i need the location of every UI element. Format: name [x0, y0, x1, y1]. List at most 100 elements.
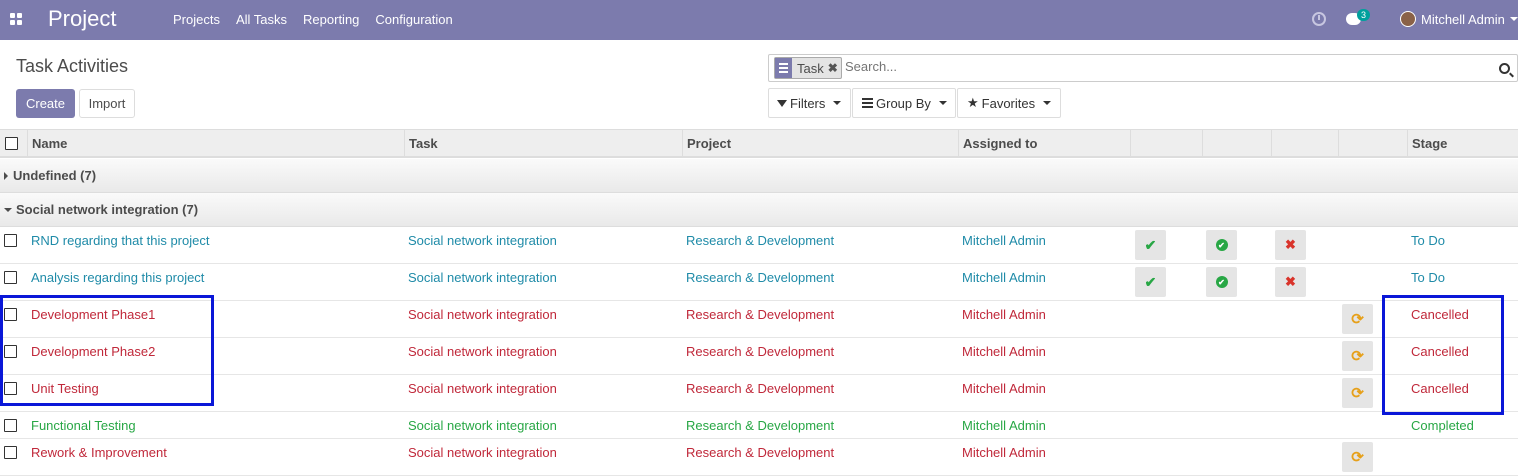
messages-count-badge: 3	[1357, 9, 1371, 21]
user-menu-name[interactable]: Mitchell Admin	[1421, 12, 1505, 27]
column-header-name[interactable]: Name	[27, 130, 404, 157]
cell-project[interactable]: Research & Development	[686, 418, 834, 433]
group-by-button[interactable]: Group By	[852, 88, 956, 118]
refresh-icon: ⟳	[1351, 449, 1364, 466]
user-menu-caret-icon[interactable]	[1510, 17, 1518, 21]
group-label: Social network integration (7)	[16, 202, 199, 217]
main-menu: Projects All Tasks Reporting Configurati…	[173, 12, 469, 27]
cell-project[interactable]: Research & Development	[686, 344, 834, 359]
column-header-assigned[interactable]: Assigned to	[958, 130, 1130, 157]
create-button[interactable]: Create	[16, 89, 75, 118]
row-checkbox[interactable]	[4, 446, 17, 459]
table-header: Name Task Project Assigned to Stage	[0, 129, 1518, 158]
cell-project[interactable]: Research & Development	[686, 307, 834, 322]
cell-assigned[interactable]: Mitchell Admin	[962, 344, 1046, 359]
cell-task[interactable]: Social network integration	[408, 307, 557, 322]
bars-icon	[862, 98, 873, 108]
group-row-undefined[interactable]: Undefined (7)	[0, 159, 1518, 193]
cell-task[interactable]: Social network integration	[408, 344, 557, 359]
cell-project[interactable]: Research & Development	[686, 445, 834, 460]
cell-task[interactable]: Social network integration	[408, 270, 557, 285]
facet-remove-icon[interactable]: ✖	[828, 61, 841, 75]
cell-project[interactable]: Research & Development	[686, 270, 834, 285]
user-avatar[interactable]	[1400, 11, 1416, 27]
cell-name[interactable]: Functional Testing	[31, 418, 136, 433]
cancel-button[interactable]: ✖	[1275, 267, 1306, 297]
cell-assigned[interactable]: Mitchell Admin	[962, 307, 1046, 322]
approve-button[interactable]: ✔	[1135, 230, 1166, 260]
reset-button[interactable]: ⟳	[1342, 442, 1373, 472]
cell-project[interactable]: Research & Development	[686, 233, 834, 248]
star-icon: ★	[967, 95, 979, 110]
cell-task[interactable]: Social network integration	[408, 233, 557, 248]
cell-name[interactable]: Analysis regarding this project	[31, 270, 204, 285]
column-header-action-3	[1271, 130, 1338, 157]
column-header-project[interactable]: Project	[682, 130, 958, 157]
table-row[interactable]: RND regarding that this project Social n…	[0, 227, 1518, 264]
groupby-list-icon	[775, 58, 792, 78]
apps-menu-icon[interactable]	[10, 13, 22, 25]
cell-name[interactable]: Rework & Improvement	[31, 445, 167, 460]
column-header-task[interactable]: Task	[404, 130, 682, 157]
app-brand[interactable]: Project	[48, 6, 116, 32]
cell-stage[interactable]: Completed	[1411, 418, 1474, 433]
group-label: Undefined (7)	[13, 168, 97, 183]
check-icon: ✔	[1144, 273, 1157, 290]
reset-button[interactable]: ⟳	[1342, 304, 1373, 334]
menu-all-tasks[interactable]: All Tasks	[236, 12, 287, 27]
cell-assigned[interactable]: Mitchell Admin	[962, 233, 1046, 248]
search-facet-task[interactable]: Task ✖	[774, 57, 842, 79]
done-button[interactable]: ✔	[1206, 230, 1237, 260]
column-header-action-4	[1338, 130, 1407, 157]
check-circle-icon: ✔	[1215, 276, 1228, 288]
table-row[interactable]: Analysis regarding this project Social n…	[0, 264, 1518, 301]
cell-task[interactable]: Social network integration	[408, 445, 557, 460]
column-header-stage[interactable]: Stage	[1407, 130, 1518, 157]
favorites-label: Favorites	[981, 95, 1036, 111]
cell-assigned[interactable]: Mitchell Admin	[962, 445, 1046, 460]
table-row[interactable]: Rework & Improvement Social network inte…	[0, 439, 1518, 476]
row-checkbox[interactable]	[4, 234, 17, 247]
filters-label: Filters	[790, 95, 826, 111]
cell-assigned[interactable]: Mitchell Admin	[962, 381, 1046, 396]
search-input[interactable]	[845, 59, 1465, 74]
cell-name[interactable]: RND regarding that this project	[31, 233, 209, 248]
cell-project[interactable]: Research & Development	[686, 381, 834, 396]
row-checkbox[interactable]	[4, 271, 17, 284]
refresh-icon: ⟳	[1351, 385, 1364, 402]
select-all-checkbox[interactable]	[5, 137, 18, 150]
caret-down-icon	[938, 101, 947, 105]
done-button[interactable]: ✔	[1206, 267, 1237, 297]
menu-projects[interactable]: Projects	[173, 12, 220, 27]
cell-assigned[interactable]: Mitchell Admin	[962, 270, 1046, 285]
approve-button[interactable]: ✔	[1135, 267, 1166, 297]
row-checkbox[interactable]	[4, 419, 17, 432]
check-icon: ✔	[1144, 236, 1157, 253]
table-row[interactable]: Development Phase2 Social network integr…	[0, 338, 1518, 375]
reset-button[interactable]: ⟳	[1342, 341, 1373, 371]
column-header-action-1	[1130, 130, 1202, 157]
group-row-social-network[interactable]: Social network integration (7)	[0, 193, 1518, 227]
favorites-button[interactable]: ★ Favorites	[957, 88, 1061, 118]
reset-button[interactable]: ⟳	[1342, 378, 1373, 408]
table-row[interactable]: Development Phase1 Social network integr…	[0, 301, 1518, 338]
cell-stage[interactable]: To Do	[1411, 233, 1445, 248]
activity-clock-icon[interactable]	[1312, 12, 1326, 26]
table-row[interactable]: Unit Testing Social network integration …	[0, 375, 1518, 412]
cell-task[interactable]: Social network integration	[408, 381, 557, 396]
close-icon: ✖	[1285, 274, 1296, 289]
cancel-button[interactable]: ✖	[1275, 230, 1306, 260]
refresh-icon: ⟳	[1351, 311, 1364, 328]
cell-assigned[interactable]: Mitchell Admin	[962, 418, 1046, 433]
cell-task[interactable]: Social network integration	[408, 418, 557, 433]
menu-configuration[interactable]: Configuration	[375, 12, 452, 27]
menu-reporting[interactable]: Reporting	[303, 12, 359, 27]
search-icon[interactable]	[1499, 63, 1510, 74]
highlight-box-stages	[1382, 295, 1504, 415]
table-row[interactable]: Functional Testing Social network integr…	[0, 412, 1518, 439]
import-button[interactable]: Import	[79, 89, 135, 118]
close-icon: ✖	[1285, 237, 1296, 252]
cell-stage[interactable]: To Do	[1411, 270, 1445, 285]
filters-button[interactable]: Filters	[768, 88, 851, 118]
facet-label: Task	[797, 60, 824, 76]
